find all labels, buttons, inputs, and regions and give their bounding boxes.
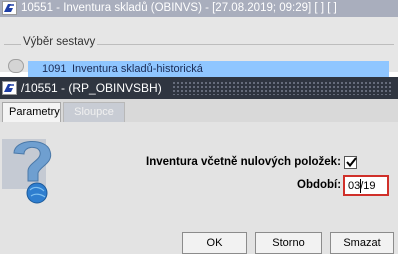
period-input[interactable]: 03/19 [343, 175, 389, 196]
ok-button[interactable]: OK [182, 232, 247, 254]
titlebar-texture [172, 81, 393, 95]
report-number: 1091 [42, 63, 67, 75]
parameters-dialog: /10551 - (RP_OBINVSBH) Parametry Sloupce… [0, 77, 398, 254]
app-logo-icon [2, 1, 17, 15]
include-zero-label: Inventura včetně nulových položek: [146, 156, 341, 168]
app-logo-icon [2, 81, 17, 95]
period-input-value: 03/19 [348, 180, 376, 192]
checkmark-icon [346, 157, 357, 168]
background-window-title: 10551 - Inventura skladů (OBINVS) - [27.… [21, 2, 337, 14]
tab-sloupce[interactable]: Sloupce [63, 102, 125, 122]
period-label: Období: [297, 179, 342, 191]
scroll-up-button[interactable] [8, 59, 24, 73]
help-question-icon [2, 139, 52, 204]
tab-parametry[interactable]: Parametry [2, 102, 61, 122]
parameters-panel: Inventura včetně nulových položek: Obdob… [0, 122, 398, 254]
report-name: Inventura skladů-historická [72, 63, 203, 75]
tab-strip: Parametry Sloupce [0, 99, 398, 123]
background-window-titlebar[interactable]: 10551 - Inventura skladů (OBINVS) - [27.… [0, 0, 398, 17]
text-caret [360, 179, 361, 193]
include-zero-checkbox[interactable] [344, 156, 357, 169]
report-list-row-selected[interactable]: 1091 Inventura skladů-historická [28, 61, 389, 78]
clear-button[interactable]: Smazat [330, 232, 394, 254]
dialog-title: /10551 - (RP_OBINVSBH) [21, 81, 162, 95]
cancel-button[interactable]: Storno [255, 232, 322, 254]
fieldset-legend: Výběr sestavy [21, 36, 98, 48]
dialog-titlebar[interactable]: /10551 - (RP_OBINVSBH) [0, 77, 398, 99]
